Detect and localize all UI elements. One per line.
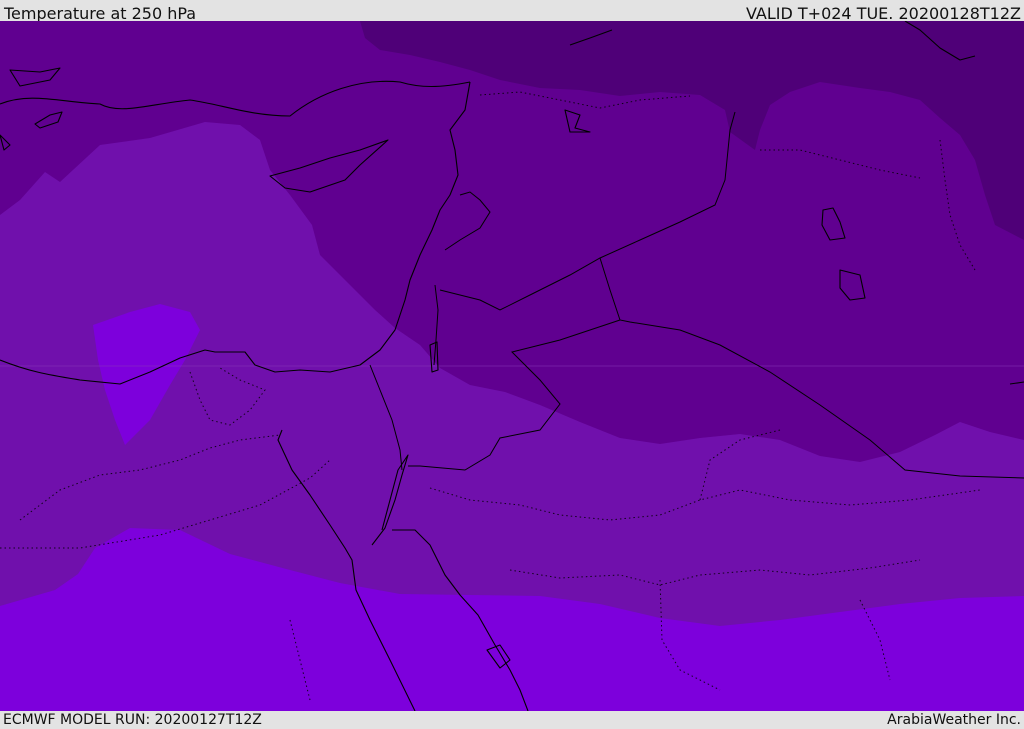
- model-run-label: ECMWF MODEL RUN: 20200127T12Z: [3, 712, 262, 728]
- header-bar: Temperature at 250 hPa VALID T+024 TUE. …: [0, 0, 1024, 23]
- map-svg: [0, 21, 1024, 711]
- footer-bar: ECMWF MODEL RUN: 20200127T12Z ArabiaWeat…: [0, 711, 1024, 729]
- temperature-map[interactable]: [0, 21, 1024, 711]
- credit-label: ArabiaWeather Inc.: [887, 712, 1021, 728]
